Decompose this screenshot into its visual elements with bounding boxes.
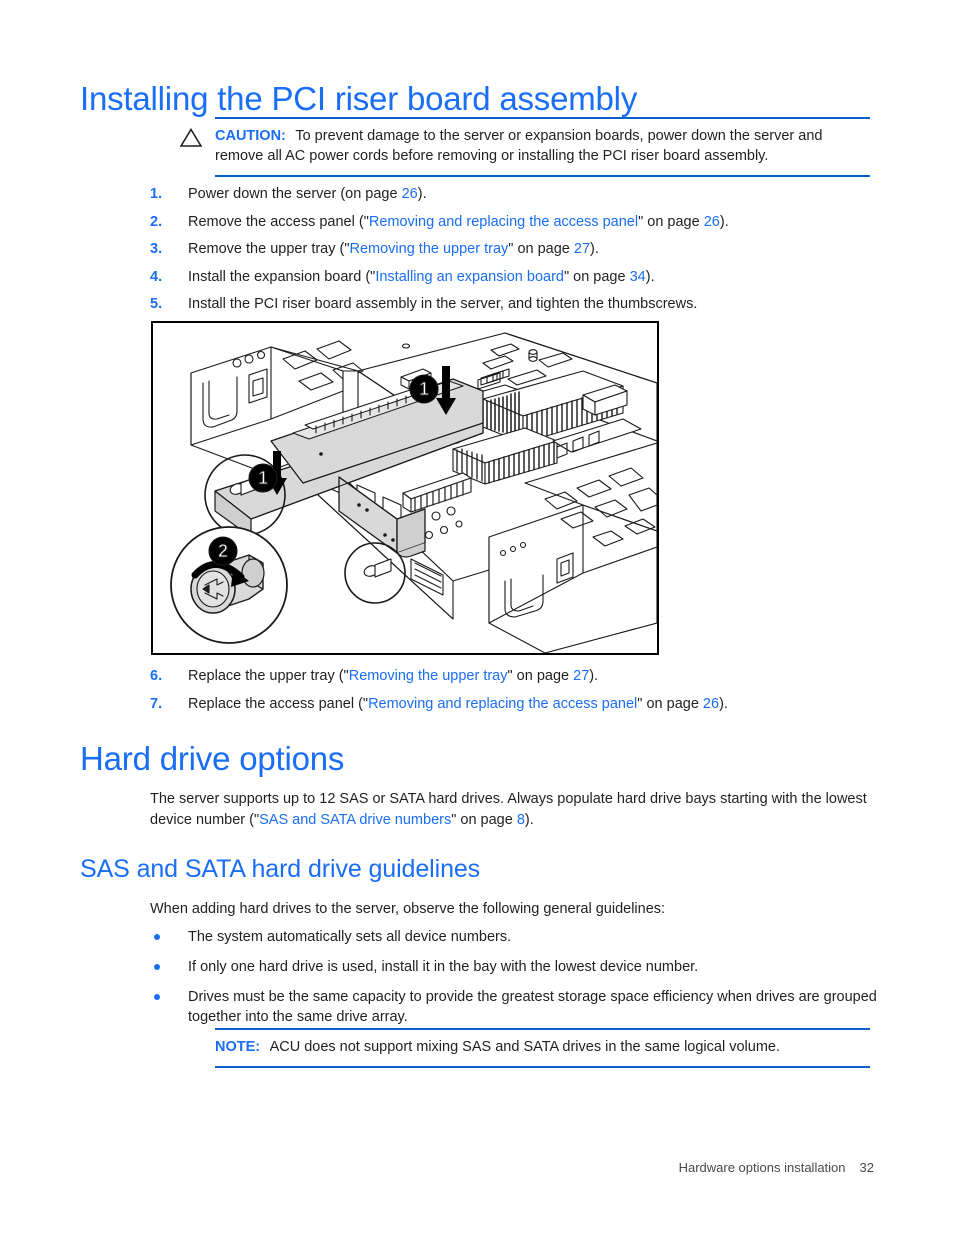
text-run: ). xyxy=(719,213,729,230)
server-chassis-illustration: 1 1 2 xyxy=(153,323,657,653)
text-run: Power down the server (on page xyxy=(188,186,402,202)
text-run: ). xyxy=(524,811,534,828)
text-run: ). xyxy=(417,186,427,202)
step-number: 1. xyxy=(150,186,163,202)
guidelines-intro: When adding hard drives to the server, o… xyxy=(150,901,666,917)
step-text: Replace the access panel ("Removing and … xyxy=(188,695,880,714)
text-run: " on page xyxy=(507,668,574,684)
cross-reference-link[interactable]: Installing an expansion board xyxy=(375,269,564,285)
procedure-step: 5. Install the PCI riser board assembly i… xyxy=(150,295,880,314)
step-text: Replace the upper tray ("Removing the up… xyxy=(188,667,880,686)
footer-section-label: Hardware options installation xyxy=(678,1160,846,1175)
step-number: 7. xyxy=(150,695,163,712)
cross-reference-link[interactable]: 26 xyxy=(703,696,719,712)
caution-callout: CAUTION: To prevent damage to the server… xyxy=(180,117,870,177)
text-run: ). xyxy=(645,268,655,285)
guidelines-title: SAS and SATA hard drive guidelines xyxy=(80,855,481,883)
cross-reference-link[interactable]: 34 xyxy=(630,269,646,285)
step-number: 3. xyxy=(150,241,163,257)
step-number: 5. xyxy=(150,296,163,312)
step-text: Remove the upper tray ("Removing the upp… xyxy=(188,240,880,259)
guidelines-list: The system automatically sets all device… xyxy=(150,927,880,1037)
text-run: Replace the upper tray (" xyxy=(188,668,349,684)
footer-page-number: 32 xyxy=(859,1160,874,1175)
page-footer: Hardware options installation 32 xyxy=(679,1160,874,1175)
step-text: Install the PCI riser board assembly in … xyxy=(188,295,880,314)
svg-text:1: 1 xyxy=(258,468,268,488)
list-item-text: Drives must be the same capacity to prov… xyxy=(188,989,877,1025)
text-run: Remove the upper tray (" xyxy=(188,241,350,257)
note-label: NOTE: xyxy=(215,1039,261,1055)
text-run: ). xyxy=(589,668,599,684)
document-page: Installing the PCI riser board assembly … xyxy=(0,0,954,1235)
list-item: Drives must be the same capacity to prov… xyxy=(150,987,880,1027)
procedure-steps-after-figure: 6. Replace the upper tray ("Removing the … xyxy=(150,667,880,722)
cross-reference-link[interactable]: Removing the upper tray xyxy=(349,668,508,684)
text-run: " on page xyxy=(637,695,703,712)
procedure-step: 2. Remove the access panel ("Removing and… xyxy=(150,213,880,232)
hard-drive-options-paragraph: The server supports up to 12 SAS or SATA… xyxy=(150,789,872,830)
procedure-steps-before-figure: 1. Power down the server (on page 26). 2. R… xyxy=(150,185,880,323)
procedure-step: 6. Replace the upper tray ("Removing the … xyxy=(150,667,880,686)
text-run: " on page xyxy=(638,213,704,230)
text-run: Replace the access panel (" xyxy=(188,695,369,712)
list-item: The system automatically sets all device… xyxy=(150,927,880,947)
step-number: 6. xyxy=(150,668,163,684)
svg-text:1: 1 xyxy=(419,379,429,399)
figure-pci-riser-installation: 1 1 2 xyxy=(151,321,659,655)
caution-text: To prevent damage to the server or expan… xyxy=(215,128,823,164)
text-run: Install the PCI riser board assembly in … xyxy=(188,296,698,312)
step-number: 2. xyxy=(150,213,163,230)
text-run: Remove the access panel (" xyxy=(188,213,369,230)
cross-reference-link[interactable]: 27 xyxy=(573,668,589,684)
list-item-text: If only one hard drive is used, install … xyxy=(188,959,699,975)
note-content: NOTE: ACU does not support mixing SAS an… xyxy=(215,1030,870,1066)
text-run: ). xyxy=(590,241,599,257)
warning-triangle-icon xyxy=(180,128,202,147)
step-text: Install the expansion board ("Installing… xyxy=(188,268,880,287)
step-number: 4. xyxy=(150,268,163,285)
note-callout: NOTE: ACU does not support mixing SAS an… xyxy=(215,1028,870,1068)
svg-text:2: 2 xyxy=(218,541,228,561)
procedure-step: 7. Replace the access panel ("Removing an… xyxy=(150,695,880,714)
cross-reference-link[interactable]: 26 xyxy=(704,214,720,230)
list-item-text: The system automatically sets all device… xyxy=(188,929,512,945)
text-run: Install the expansion board (" xyxy=(188,268,376,285)
text-run: " on page xyxy=(508,241,574,257)
cross-reference-link[interactable]: SAS and SATA drive numbers xyxy=(259,812,451,828)
cross-reference-link[interactable]: Removing and replacing the access panel xyxy=(368,696,637,712)
cross-reference-link[interactable]: 26 xyxy=(402,186,418,202)
cross-reference-link[interactable]: 8 xyxy=(517,812,525,828)
list-item: If only one hard drive is used, install … xyxy=(150,957,880,977)
procedure-step: 4. Install the expansion board ("Installi… xyxy=(150,268,880,287)
procedure-step: 1. Power down the server (on page 26). xyxy=(150,185,880,204)
text-run: ). xyxy=(719,695,728,712)
hard-drive-options-title: Hard drive options xyxy=(80,740,345,777)
caution-label: CAUTION: xyxy=(215,128,286,144)
note-text: ACU does not support mixing SAS and SATA… xyxy=(269,1039,780,1055)
cross-reference-link[interactable]: 27 xyxy=(574,241,590,257)
text-run: " on page xyxy=(563,268,630,285)
text-run: " on page xyxy=(451,811,517,828)
step-text: Power down the server (on page 26). xyxy=(188,185,880,204)
cross-reference-link[interactable]: Removing and replacing the access panel xyxy=(369,214,638,230)
page-title: Installing the PCI riser board assembly xyxy=(80,80,638,117)
caution-content: CAUTION: To prevent damage to the server… xyxy=(180,119,870,175)
procedure-step: 3. Remove the upper tray ("Removing the u… xyxy=(150,240,880,259)
step-text: Remove the access panel ("Removing and r… xyxy=(188,213,880,232)
cross-reference-link[interactable]: Removing the upper tray xyxy=(350,241,509,257)
